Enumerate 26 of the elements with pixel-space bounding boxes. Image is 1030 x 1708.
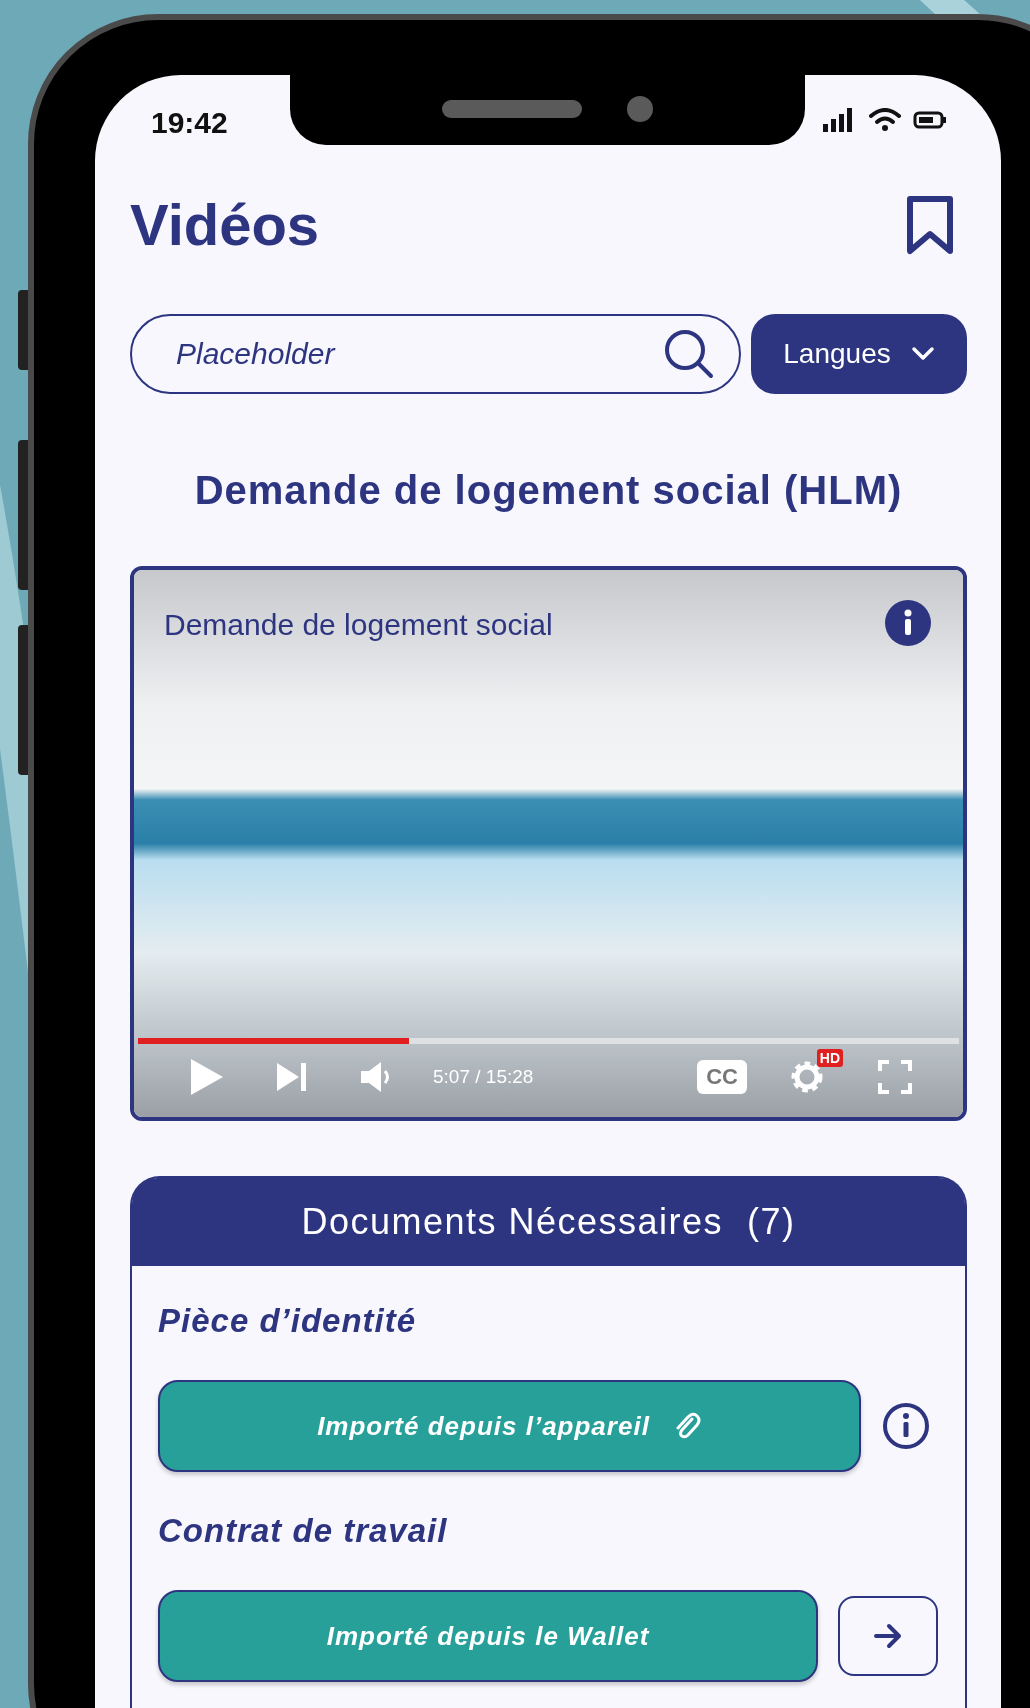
progress-track[interactable] (138, 1038, 959, 1044)
info-icon[interactable] (881, 1401, 931, 1451)
arrow-right-icon (873, 1623, 903, 1649)
language-dropdown[interactable]: Langues (751, 314, 967, 394)
info-icon[interactable] (885, 600, 931, 646)
battery-icon (913, 110, 947, 130)
page-title: Vidéos (130, 191, 320, 258)
document-label: Pièce d’identité (158, 1302, 418, 1340)
document-label: Contrat de travail (158, 1512, 449, 1550)
video-player[interactable]: Demande de logement social 5:07 / 15:28 CC HD (130, 566, 967, 1121)
documents-title: Documents Nécessaires (301, 1201, 724, 1243)
arrow-button[interactable] (838, 1596, 938, 1676)
status-time: 19:42 (151, 106, 228, 140)
documents-count: (7) (747, 1201, 796, 1243)
video-time: 5:07 / 15:28 (433, 1066, 534, 1088)
hd-badge: HD (816, 1049, 843, 1067)
bookmark-icon[interactable] (905, 193, 955, 256)
import-button[interactable]: Importé depuis le Wallet (158, 1590, 818, 1682)
import-button[interactable]: Importé depuis l’appareil (158, 1380, 861, 1472)
captions-button[interactable]: CC (697, 1060, 747, 1094)
video-title: Demande de logement social (164, 608, 553, 642)
section-heading: Demande de logement social (HLM) (193, 467, 904, 514)
chevron-down-icon (910, 346, 935, 362)
search-icon (663, 328, 715, 380)
search-field[interactable]: Placeholder (130, 314, 741, 394)
wifi-icon (869, 108, 901, 132)
